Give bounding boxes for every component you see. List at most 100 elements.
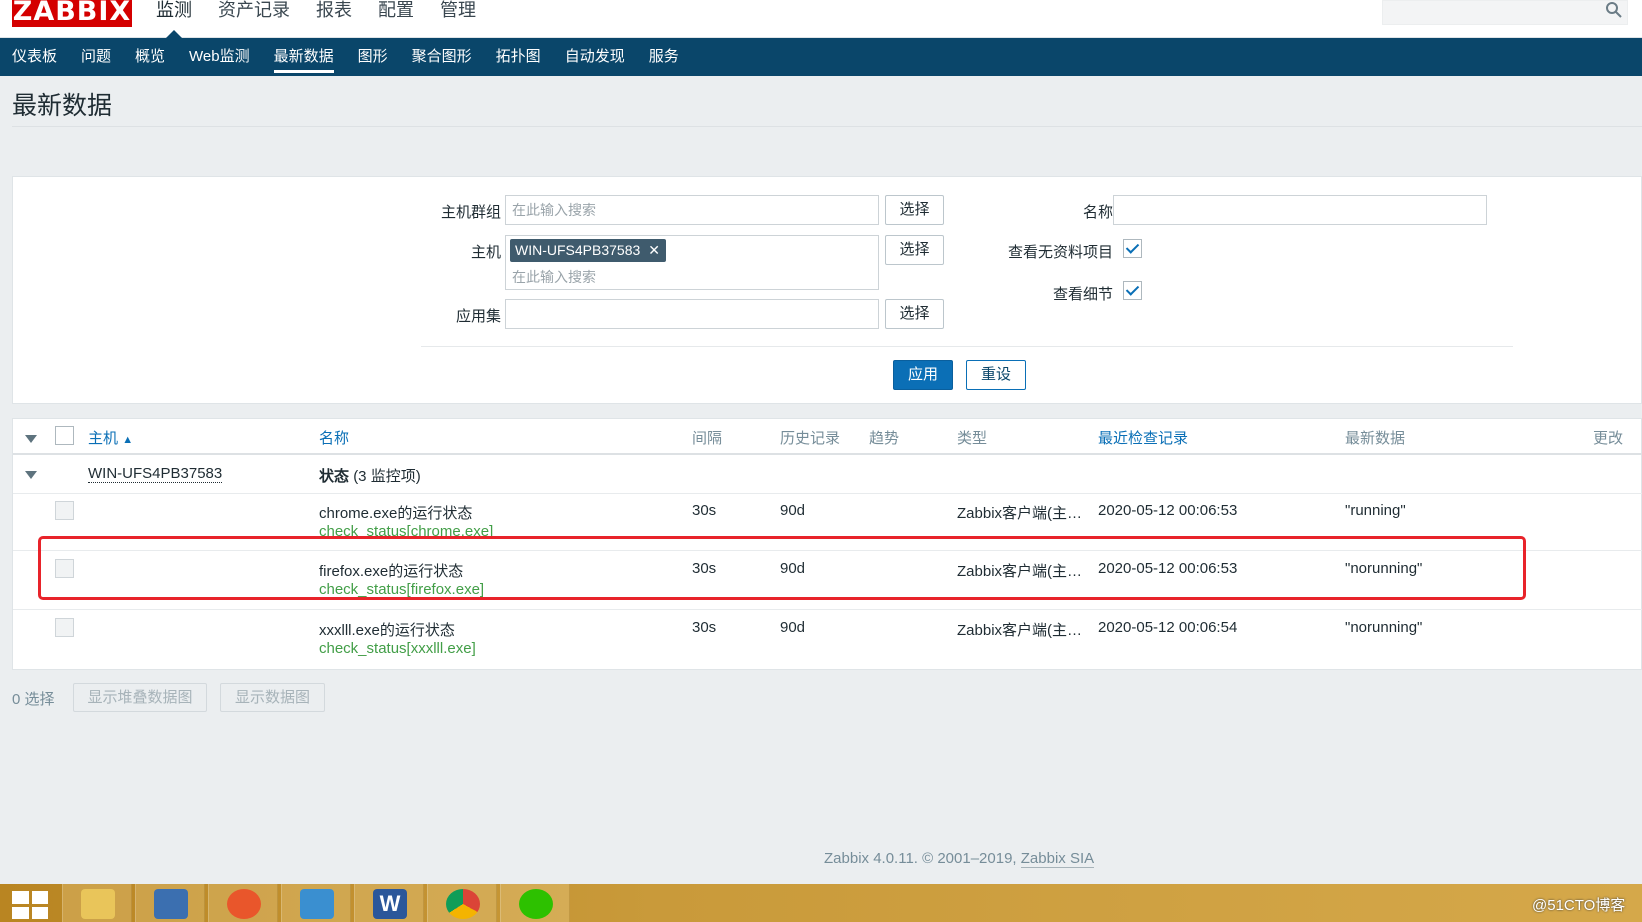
name-input[interactable] — [1113, 195, 1487, 225]
column-header-change: 更改 — [1593, 430, 1624, 447]
page-title: 最新数据 — [12, 92, 113, 120]
item-last-value: "running" — [1345, 502, 1406, 519]
highlight-annotation-box — [38, 536, 1526, 600]
item-key: check_status[xxxlll.exe] — [319, 640, 476, 657]
sub-menu-web[interactable]: Web监测 — [189, 38, 250, 76]
group-host-link[interactable]: WIN-UFS4PB37583 — [88, 465, 223, 483]
item-type: Zabbix客户端(主… — [957, 622, 1083, 639]
item-interval: 30s — [692, 502, 717, 519]
windows-start-icon[interactable] — [12, 891, 48, 919]
host-label: 主机 — [470, 244, 501, 261]
column-header-host-label: 主机 — [88, 430, 119, 447]
main-menu-administration[interactable]: 管理 — [440, 0, 476, 38]
wechat-icon — [519, 889, 553, 919]
taskbar-chrome[interactable] — [427, 884, 497, 922]
show-details-checkbox[interactable] — [1123, 281, 1142, 300]
main-menu-configuration[interactable]: 配置 — [378, 0, 414, 38]
search-icon[interactable] — [1604, 0, 1624, 20]
main-menu-inventory[interactable]: 资产记录 — [218, 0, 290, 38]
sub-menu-problems[interactable]: 问题 — [81, 38, 111, 76]
column-header-last-value: 最新数据 — [1345, 430, 1406, 447]
network-app-icon — [154, 889, 188, 919]
zabbix-logo[interactable]: ZABBIX — [12, 0, 132, 27]
application-label: 应用集 — [455, 308, 501, 325]
selected-count: 0 选择 — [12, 691, 55, 708]
application-select-button[interactable]: 选择 — [885, 299, 944, 329]
sub-menu-maps[interactable]: 拓扑图 — [496, 38, 541, 76]
item-last-value: "norunning" — [1345, 619, 1423, 636]
remove-host-tag-icon[interactable]: ✕ — [648, 242, 660, 258]
host-tag: WIN-UFS4PB37583 ✕ — [510, 239, 667, 262]
application-name: 状态 — [319, 468, 350, 485]
watermark: @51CTO博客 — [1532, 897, 1626, 914]
host-group-input[interactable]: 在此输入搜索 — [505, 195, 879, 225]
select-all-checkbox[interactable] — [55, 426, 74, 445]
column-header-last-check[interactable]: 最近检查记录 — [1098, 427, 1188, 448]
taskbar-wechat[interactable] — [500, 884, 570, 922]
item-name: xxxlll.exe的运行状态 — [319, 622, 455, 639]
sub-menu-dashboard[interactable]: 仪表板 — [12, 38, 57, 76]
folder-icon — [81, 889, 115, 919]
copyright: Zabbix 4.0.11. © 2001–2019, Zabbix SIA — [824, 850, 1095, 868]
taskbar-file-explorer[interactable] — [62, 884, 132, 922]
zabbix-sia-link[interactable]: Zabbix SIA — [1020, 850, 1095, 868]
row-checkbox[interactable] — [55, 618, 74, 637]
taskbar-swirl-app[interactable] — [208, 884, 278, 922]
main-menu: 监测 资产记录 报表 配置 管理 — [156, 0, 502, 38]
host-multiselect-input[interactable]: WIN-UFS4PB37583 ✕ 在此输入搜索 — [505, 235, 879, 290]
host-search-placeholder[interactable]: 在此输入搜索 — [512, 267, 596, 287]
sub-menu-screens[interactable]: 聚合图形 — [412, 38, 472, 76]
application-group-label: 状态 (3 监控项) — [319, 465, 421, 486]
row-divider — [13, 493, 1642, 494]
show-stacked-graph-button[interactable]: 显示堆叠数据图 — [73, 683, 207, 712]
taskbar-vm-app[interactable] — [281, 884, 351, 922]
taskbar-network-app[interactable] — [135, 884, 205, 922]
sub-menu-overview[interactable]: 概览 — [135, 38, 165, 76]
chrome-icon — [446, 889, 480, 919]
global-search-input[interactable] — [1382, 0, 1628, 25]
host-select-button[interactable]: 选择 — [885, 235, 944, 265]
name-label: 名称 — [1082, 204, 1113, 221]
application-item-count: (3 监控项) — [353, 468, 421, 485]
vm-app-icon — [300, 889, 334, 919]
item-interval: 30s — [692, 619, 717, 636]
column-header-host[interactable]: 主机 ▲ — [88, 427, 133, 448]
host-tag-label: WIN-UFS4PB37583 — [515, 242, 641, 258]
filter-panel: 主机群组 在此输入搜索 选择 主机 WIN-UFS4PB37583 ✕ 在此输入搜… — [12, 176, 1642, 404]
item-name: chrome.exe的运行状态 — [319, 505, 473, 522]
reset-button[interactable]: 重设 — [966, 360, 1026, 390]
item-history: 90d — [780, 502, 806, 519]
column-header-trends: 趋势 — [869, 430, 900, 447]
column-header-interval: 间隔 — [692, 430, 723, 447]
filter-divider — [421, 346, 1513, 347]
sub-menu-graphs[interactable]: 图形 — [358, 38, 388, 76]
show-details-label: 查看细节 — [1052, 286, 1113, 303]
apply-button[interactable]: 应用 — [893, 360, 953, 390]
item-history: 90d — [780, 619, 806, 636]
column-header-type: 类型 — [957, 430, 988, 447]
sub-menu-services[interactable]: 服务 — [649, 38, 679, 76]
item-type: Zabbix客户端(主… — [957, 505, 1083, 522]
sub-menu-latest-data[interactable]: 最新数据 — [273, 38, 334, 76]
sort-ascending-icon: ▲ — [122, 434, 134, 446]
show-no-data-checkbox[interactable] — [1123, 239, 1142, 258]
row-checkbox[interactable] — [55, 501, 74, 520]
copyright-text: Zabbix 4.0.11. © 2001–2019, — [824, 850, 1017, 867]
row-divider — [13, 609, 1642, 610]
application-input[interactable] — [505, 299, 879, 329]
host-group-select-button[interactable]: 选择 — [885, 195, 944, 225]
header-divider — [13, 453, 1642, 455]
collapse-all-icon[interactable] — [25, 435, 37, 443]
taskbar-word[interactable]: W — [354, 884, 424, 922]
collapse-host-icon[interactable] — [25, 471, 37, 479]
sub-menu-discovery[interactable]: 自动发现 — [565, 38, 625, 76]
main-menu-monitoring[interactable]: 监测 — [156, 0, 192, 38]
column-header-name[interactable]: 名称 — [319, 427, 349, 448]
item-last-check: 2020-05-12 00:06:54 — [1098, 619, 1238, 636]
show-no-data-label: 查看无资料项目 — [1007, 244, 1113, 261]
show-graph-button[interactable]: 显示数据图 — [220, 683, 325, 712]
word-icon: W — [373, 889, 407, 919]
main-menu-reports[interactable]: 报表 — [316, 0, 352, 38]
windows-taskbar: W — [0, 884, 1642, 922]
column-header-history: 历史记录 — [780, 430, 841, 447]
